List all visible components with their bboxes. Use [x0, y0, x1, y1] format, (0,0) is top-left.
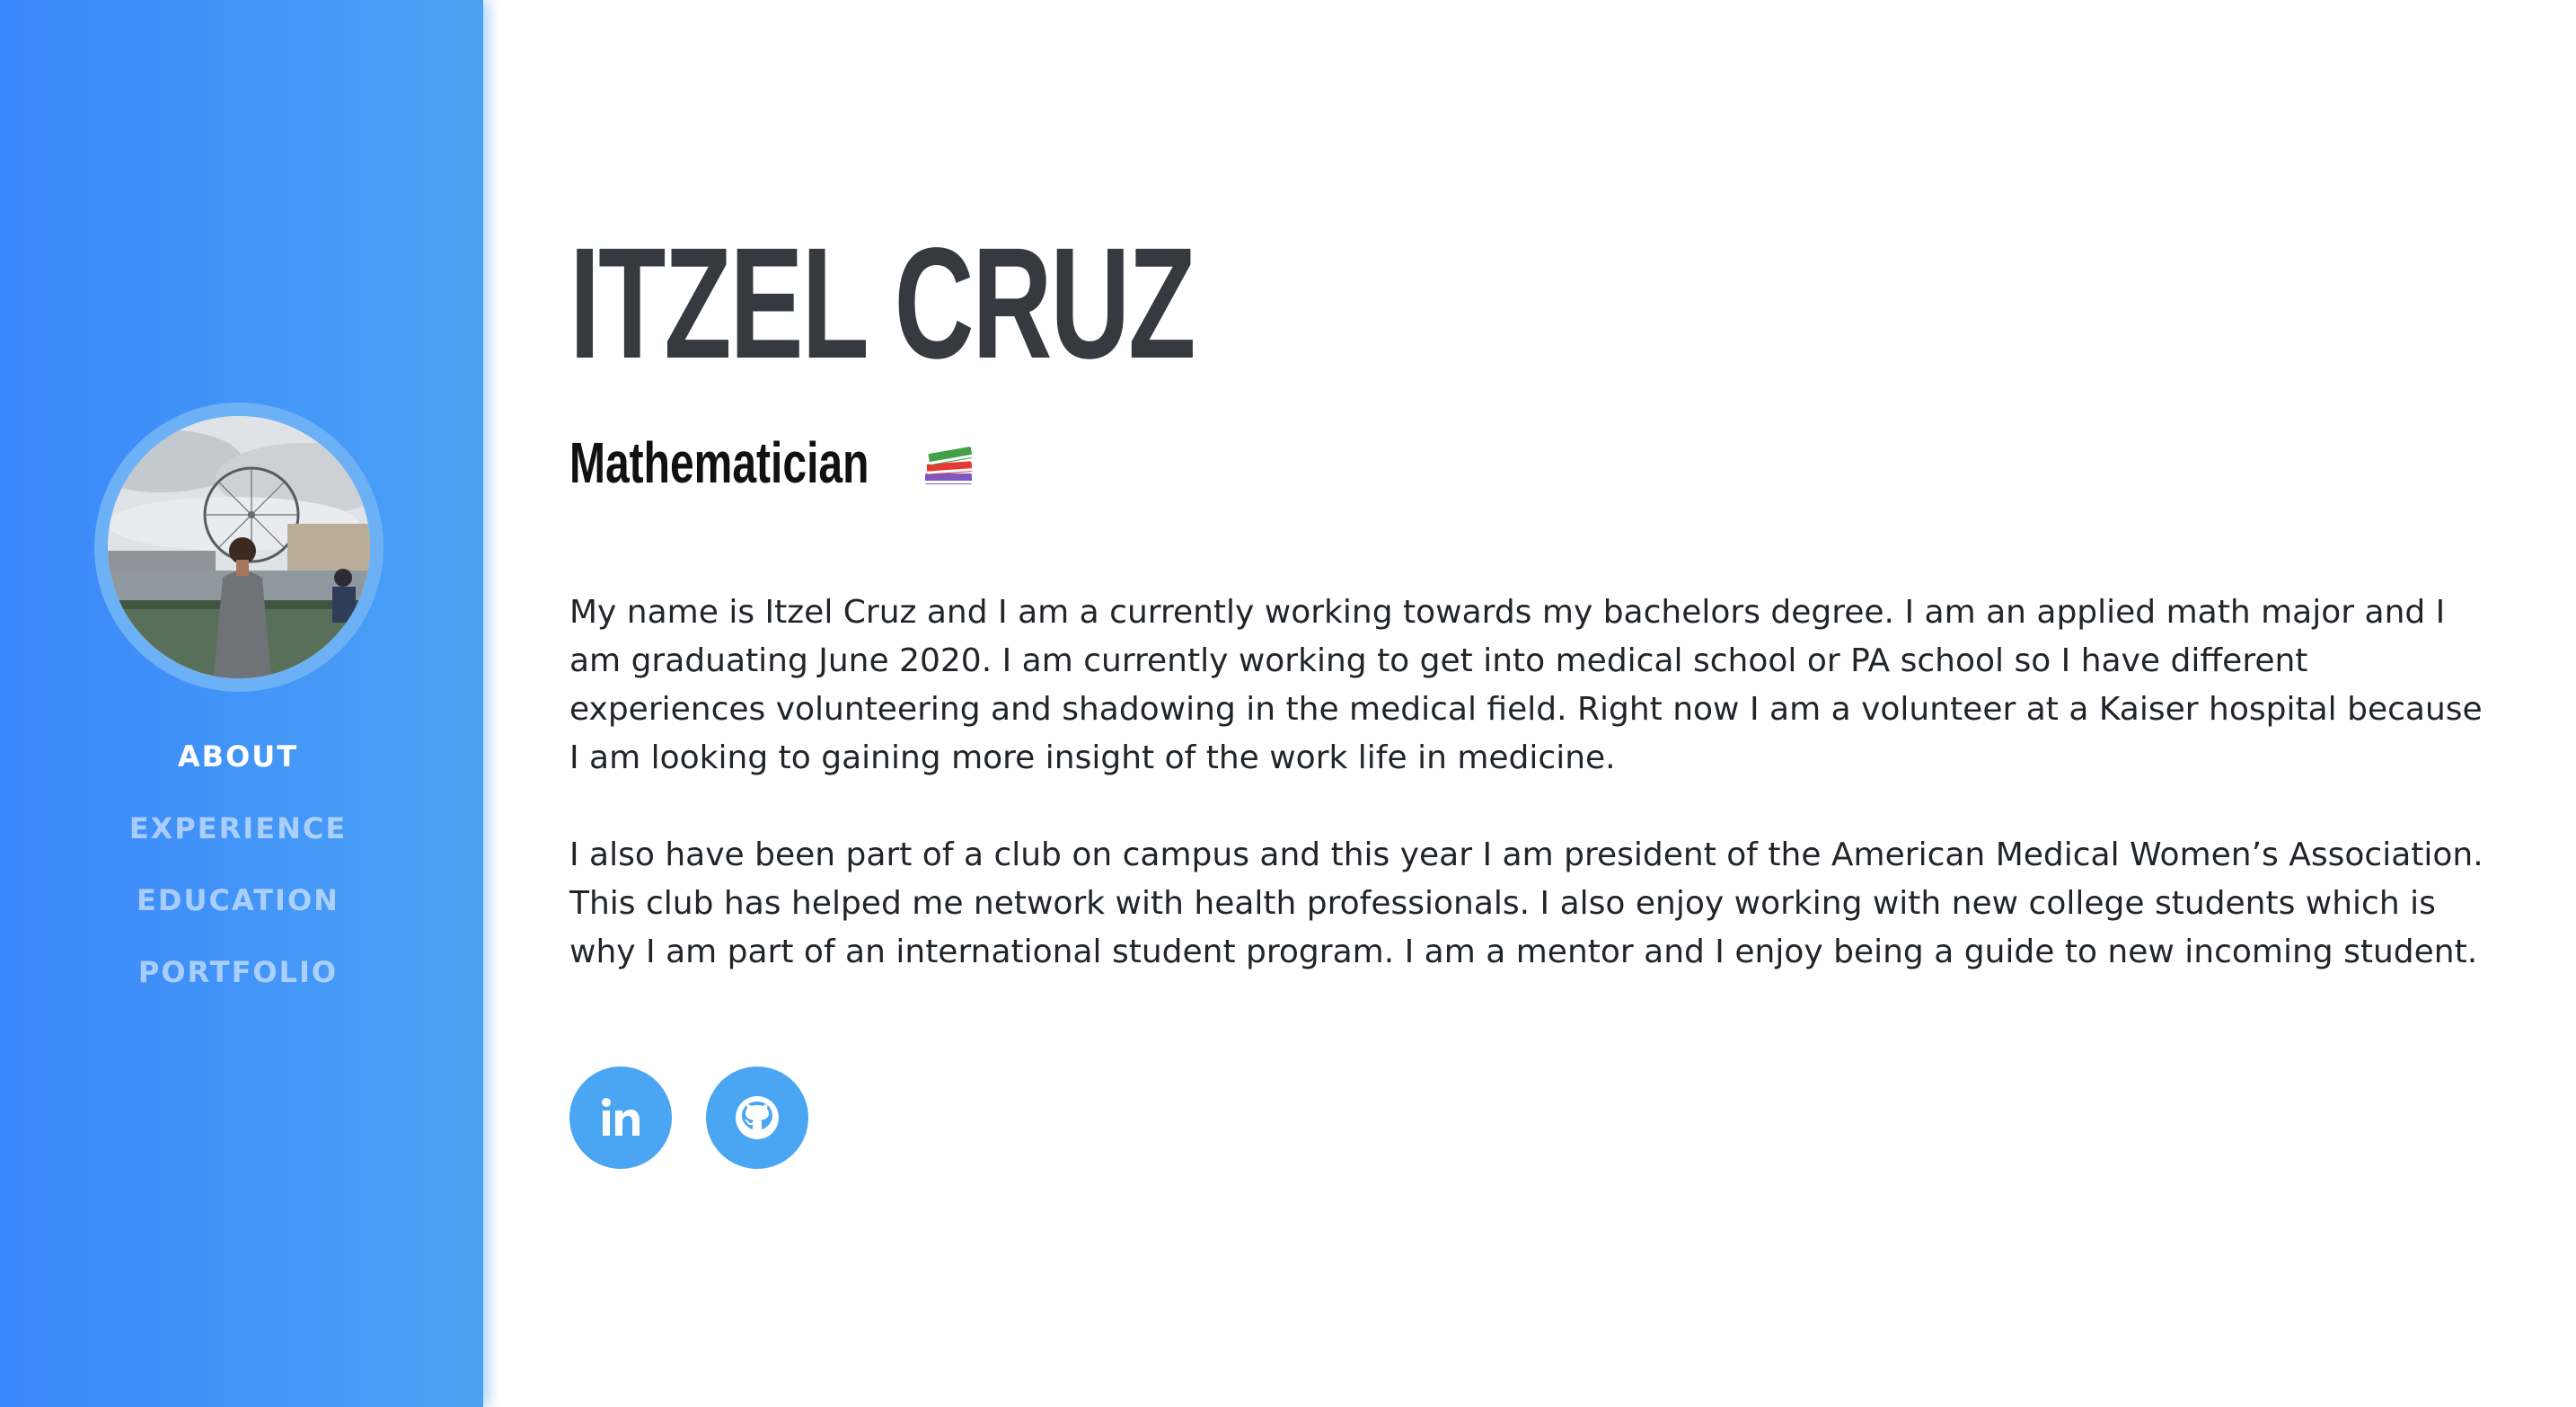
avatar	[108, 416, 370, 678]
main-content: ITZEL CRUZ Mathematician My name is Itze…	[569, 0, 2501, 1407]
linkedin-icon	[602, 1098, 640, 1136]
nav-item-portfolio[interactable]: PORTFOLIO	[0, 948, 476, 1020]
nav-item-education[interactable]: EDUCATION	[0, 876, 476, 948]
github-icon	[736, 1096, 779, 1139]
subtitle-text: Mathematician	[569, 430, 869, 496]
sidebar: ABOUT EXPERIENCE EDUCATION PORTFOLIO	[0, 0, 483, 1407]
avatar-photo	[108, 416, 370, 678]
github-button[interactable]	[706, 1066, 808, 1169]
books-icon	[922, 436, 975, 490]
about-paragraph-2: I also have been part of a club on campu…	[569, 836, 2483, 970]
linkedin-button[interactable]	[569, 1066, 672, 1169]
nav-item-experience[interactable]: EXPERIENCE	[0, 804, 476, 876]
page-title: ITZEL CRUZ	[569, 216, 1195, 392]
avatar-ring	[94, 403, 384, 692]
page: ABOUT EXPERIENCE EDUCATION PORTFOLIO ITZ…	[0, 0, 2576, 1407]
sidebar-nav: ABOUT EXPERIENCE EDUCATION PORTFOLIO	[0, 732, 476, 1020]
subtitle: Mathematician	[569, 422, 975, 499]
about-paragraph-1: My name is Itzel Cruz and I am a current…	[569, 594, 2483, 776]
nav-item-about[interactable]: ABOUT	[0, 732, 476, 804]
